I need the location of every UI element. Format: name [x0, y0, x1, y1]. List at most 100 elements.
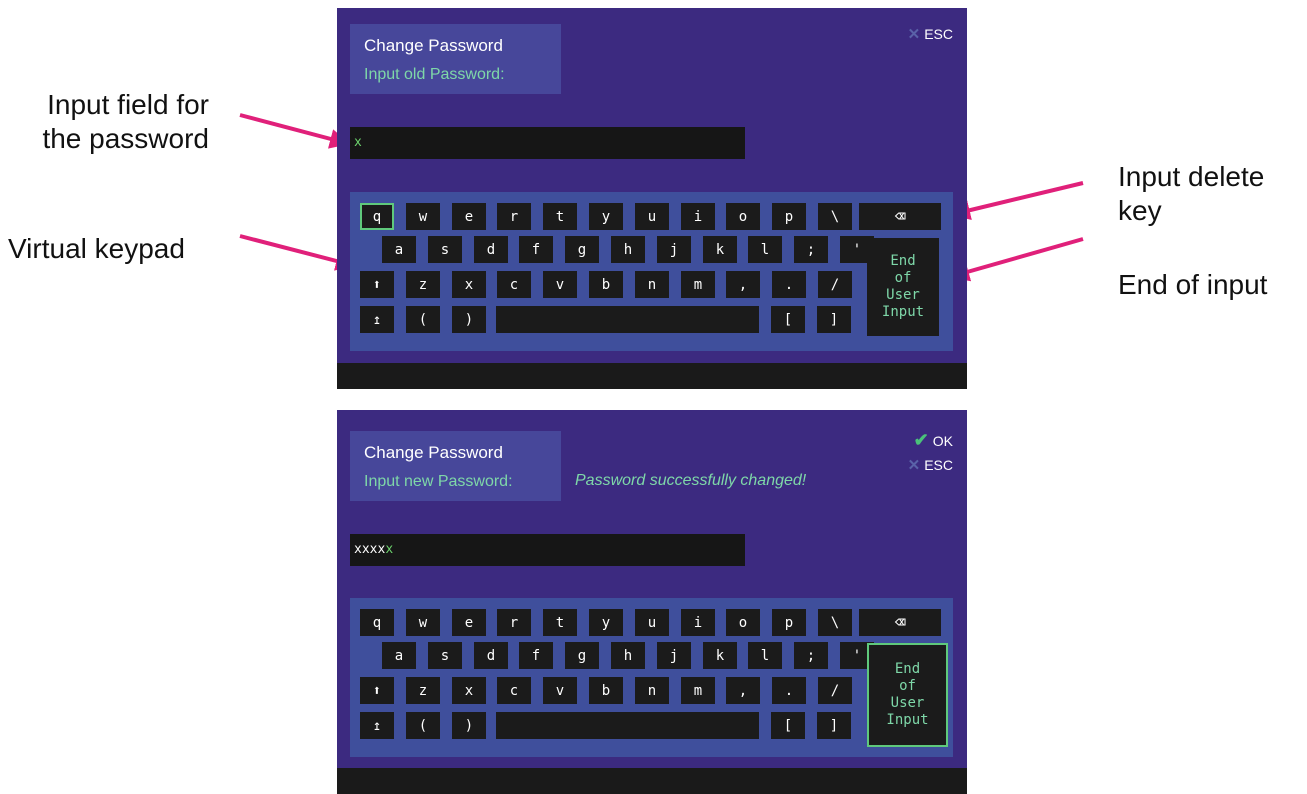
key-f[interactable]: f — [519, 642, 553, 669]
key-z[interactable]: z — [406, 677, 440, 704]
key-caps-lock[interactable]: ↥ — [360, 712, 394, 739]
key-m[interactable]: m — [681, 271, 715, 298]
key-a[interactable]: a — [382, 236, 416, 263]
key-a[interactable]: a — [382, 642, 416, 669]
key-paren-close[interactable]: ) — [452, 306, 486, 333]
key-paren-open[interactable]: ( — [406, 306, 440, 333]
key-t[interactable]: t — [543, 203, 577, 230]
key-s[interactable]: s — [428, 642, 462, 669]
arrow-to-input-field — [239, 113, 350, 149]
key-h[interactable]: h — [611, 642, 645, 669]
key-l[interactable]: l — [748, 236, 782, 263]
key-d[interactable]: d — [474, 642, 508, 669]
key-w[interactable]: w — [406, 609, 440, 636]
key-bracket-close[interactable]: ] — [817, 306, 851, 333]
esc-button[interactable]: ✕ ESC — [908, 25, 953, 43]
key-c[interactable]: c — [497, 677, 531, 704]
dialog-title: Change Password — [364, 443, 503, 462]
key-l[interactable]: l — [748, 642, 782, 669]
key-r[interactable]: r — [497, 609, 531, 636]
key-d[interactable]: d — [474, 236, 508, 263]
esc-label: ESC — [924, 457, 953, 473]
key-h[interactable]: h — [611, 236, 645, 263]
key-j[interactable]: j — [657, 236, 691, 263]
key-y[interactable]: y — [589, 203, 623, 230]
key-s[interactable]: s — [428, 236, 462, 263]
dialog-header: Change Password Input old Password: — [350, 24, 561, 94]
key-backslash[interactable]: \ — [818, 203, 852, 230]
key-x[interactable]: x — [452, 271, 486, 298]
key-t[interactable]: t — [543, 609, 577, 636]
key-paren-open[interactable]: ( — [406, 712, 440, 739]
success-message: Password successfully changed! — [575, 472, 807, 489]
password-input[interactable]: x — [350, 127, 745, 159]
ok-label: OK — [932, 432, 953, 449]
arrow-to-keypad — [239, 234, 356, 271]
key-g[interactable]: g — [565, 236, 599, 263]
key-caps-lock[interactable]: ↥ — [360, 306, 394, 333]
ok-button[interactable]: ✔ OK — [914, 430, 953, 451]
key-paren-close[interactable]: ) — [452, 712, 486, 739]
key-shift[interactable]: ⬆ — [360, 677, 394, 704]
key-e[interactable]: e — [452, 609, 486, 636]
key-i[interactable]: i — [681, 609, 715, 636]
key-r[interactable]: r — [497, 203, 531, 230]
key-q[interactable]: q — [360, 203, 394, 230]
key-backslash[interactable]: \ — [818, 609, 852, 636]
key-period[interactable]: . — [772, 677, 806, 704]
key-y[interactable]: y — [589, 609, 623, 636]
key-period[interactable]: . — [772, 271, 806, 298]
virtual-keypad: q w e r t y u i o p \ a s d f g h j k l; ' ⬆ z x c v b n m,. / ↥()[] ⌫ E… — [350, 598, 953, 757]
key-comma[interactable]: , — [726, 271, 760, 298]
key-slash[interactable]: / — [818, 677, 852, 704]
key-b[interactable]: b — [589, 271, 623, 298]
key-bracket-close[interactable]: ] — [817, 712, 851, 739]
input-prompt: Input new Password: — [364, 473, 513, 490]
key-semicolon[interactable]: ; — [794, 236, 828, 263]
key-z[interactable]: z — [406, 271, 440, 298]
key-b[interactable]: b — [589, 677, 623, 704]
password-input[interactable]: xxxxx — [350, 534, 745, 566]
key-n[interactable]: n — [635, 271, 669, 298]
key-i[interactable]: i — [681, 203, 715, 230]
key-c[interactable]: c — [497, 271, 531, 298]
arrow-to-delete-key — [950, 181, 1084, 220]
key-f[interactable]: f — [519, 236, 553, 263]
key-bracket-open[interactable]: [ — [771, 306, 805, 333]
key-u[interactable]: u — [635, 203, 669, 230]
key-n[interactable]: n — [635, 677, 669, 704]
delete-key[interactable]: ⌫ — [859, 609, 941, 636]
key-p[interactable]: p — [772, 203, 806, 230]
input-cursor: x — [385, 542, 394, 557]
key-x[interactable]: x — [452, 677, 486, 704]
end-of-input-key[interactable]: End of User Input — [867, 238, 939, 336]
key-g[interactable]: g — [565, 642, 599, 669]
key-space[interactable] — [496, 712, 759, 739]
end-of-input-key[interactable]: End of User Input — [867, 643, 948, 747]
key-u[interactable]: u — [635, 609, 669, 636]
key-semicolon[interactable]: ; — [794, 642, 828, 669]
key-e[interactable]: e — [452, 203, 486, 230]
key-m[interactable]: m — [681, 677, 715, 704]
key-v[interactable]: v — [543, 271, 577, 298]
screen-new-password: Change Password Input new Password: Pass… — [337, 410, 967, 794]
key-v[interactable]: v — [543, 677, 577, 704]
key-comma[interactable]: , — [726, 677, 760, 704]
check-icon: ✔ — [913, 430, 929, 450]
key-q[interactable]: q — [360, 609, 394, 636]
key-k[interactable]: k — [703, 236, 737, 263]
key-j[interactable]: j — [657, 642, 691, 669]
delete-key[interactable]: ⌫ — [859, 203, 941, 230]
key-shift[interactable]: ⬆ — [360, 271, 394, 298]
key-p[interactable]: p — [772, 609, 806, 636]
key-w[interactable]: w — [406, 203, 440, 230]
key-o[interactable]: o — [726, 609, 760, 636]
esc-button[interactable]: ✕ ESC — [908, 456, 953, 474]
key-bracket-open[interactable]: [ — [771, 712, 805, 739]
key-slash[interactable]: / — [818, 271, 852, 298]
key-space[interactable] — [496, 306, 759, 333]
key-k[interactable]: k — [703, 642, 737, 669]
arrow-to-end-key — [949, 237, 1084, 282]
esc-label: ESC — [924, 26, 953, 42]
key-o[interactable]: o — [726, 203, 760, 230]
